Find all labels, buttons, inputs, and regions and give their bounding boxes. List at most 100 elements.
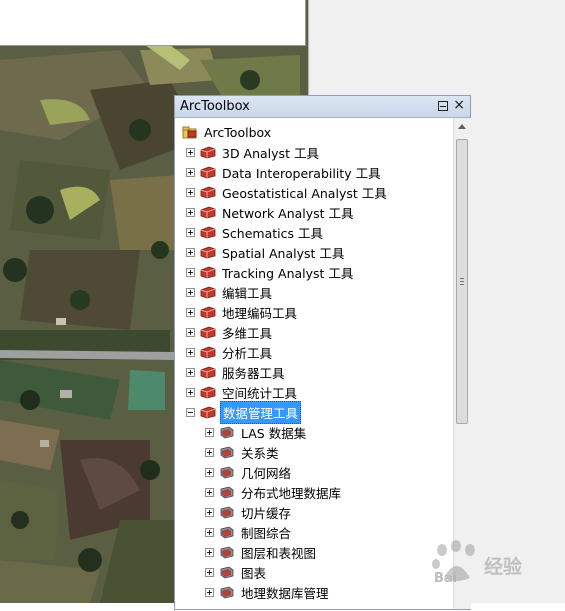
toolbox-icon (200, 386, 216, 399)
toolbox-icon (200, 286, 216, 299)
toolbox-icon (200, 166, 216, 179)
expand-icon[interactable] (205, 587, 214, 597)
tree-subitem-las-dataset[interactable]: LAS 数据集 (205, 422, 308, 442)
vertical-scrollbar[interactable] (453, 118, 471, 609)
watermark-text: 经验 (484, 556, 523, 578)
expand-icon[interactable] (205, 427, 214, 437)
tree-item-network-analyst[interactable]: Network Analyst 工具 (186, 202, 356, 222)
expand-icon[interactable] (205, 467, 214, 477)
tree-item-label: 服务器工具 (222, 365, 285, 381)
tree-item-label: 图表 (241, 565, 267, 581)
expand-icon[interactable] (205, 447, 214, 457)
tree-item-label: LAS 数据集 (241, 425, 307, 441)
expand-icon[interactable] (186, 207, 195, 217)
toolbox-icon (200, 206, 216, 219)
tree-subitem-layers-table-views[interactable]: 图层和表视图 (205, 542, 318, 562)
tree-item-label: 地理编码工具 (222, 305, 298, 321)
toolset-icon (220, 466, 234, 479)
tree-item-label: 分析工具 (222, 345, 273, 361)
expand-icon[interactable] (205, 567, 214, 577)
toolset-icon (220, 506, 234, 519)
expand-icon[interactable] (186, 387, 195, 397)
close-icon[interactable]: × (453, 97, 465, 113)
svg-text:Bai: Bai (434, 571, 457, 585)
tree-item-label: 几何网络 (241, 465, 292, 481)
tree-item-schematics[interactable]: Schematics 工具 (186, 222, 325, 242)
tree-subitem-geodatabase-administration[interactable]: 地理数据库管理 (205, 582, 331, 602)
toolbox-icon (200, 326, 216, 339)
tree-subitem-tile-cache[interactable]: 切片缓存 (205, 502, 293, 522)
tree-subitem-geometric-network[interactable]: 几何网络 (205, 462, 293, 482)
toolbox-icon (200, 406, 216, 419)
tree-item-label: 地理数据库管理 (241, 585, 329, 601)
tree-item-data-management[interactable]: 数据管理工具 (186, 400, 302, 424)
tree-subitem-generalization[interactable]: 制图综合 (205, 522, 293, 542)
tree-item-label: Schematics 工具 (222, 225, 323, 241)
tree-item-editing[interactable]: 编辑工具 (186, 282, 274, 302)
tree-item-label: 编辑工具 (222, 285, 273, 301)
tree-item-label: 关系类 (241, 445, 279, 461)
tree-item-label: 制图综合 (241, 525, 292, 541)
expand-icon[interactable] (186, 347, 195, 357)
expand-icon[interactable] (186, 267, 195, 277)
expand-icon[interactable] (186, 167, 195, 177)
expand-icon[interactable] (186, 247, 195, 257)
expand-icon[interactable] (186, 147, 195, 157)
tree-item-label: 切片缓存 (241, 505, 292, 521)
tree-subitem-graph[interactable]: 图表 (205, 562, 268, 582)
window-title: ArcToolbox (180, 99, 250, 114)
toolset-icon (220, 446, 234, 459)
expand-icon[interactable] (186, 367, 195, 377)
tree-item-3d-analyst[interactable]: 3D Analyst 工具 (186, 142, 321, 162)
toolset-icon (220, 586, 234, 599)
toolbox-tree[interactable]: ArcToolbox 3D Analyst 工具 Data Interopera… (175, 118, 453, 611)
toolbox-icon (200, 366, 216, 379)
tree-item-data-interoperability[interactable]: Data Interoperability 工具 (186, 162, 383, 182)
tree-item-label: 分布式地理数据库 (241, 485, 342, 501)
expand-icon[interactable] (186, 187, 195, 197)
expand-icon[interactable] (186, 307, 195, 317)
toolbox-icon (200, 146, 216, 159)
tree-subitem-distributed-geodatabase[interactable]: 分布式地理数据库 (205, 482, 343, 502)
tree-item-server[interactable]: 服务器工具 (186, 362, 287, 382)
tree-item-label: 3D Analyst 工具 (222, 145, 319, 161)
tree-item-tracking-analyst[interactable]: Tracking Analyst 工具 (186, 262, 355, 282)
tree-subitem-relationship-classes[interactable]: 关系类 (205, 442, 281, 462)
tree-item-label: Spatial Analyst 工具 (222, 245, 345, 261)
expand-icon[interactable] (186, 227, 195, 237)
expand-icon[interactable] (205, 487, 214, 497)
tree-item-multidimension[interactable]: 多维工具 (186, 322, 274, 342)
toolbox-icon (200, 306, 216, 319)
toolset-icon (220, 526, 234, 539)
tree-item-spatial-analyst[interactable]: Spatial Analyst 工具 (186, 242, 346, 262)
tree-item-geostatistical-analyst[interactable]: Geostatistical Analyst 工具 (186, 182, 389, 202)
tree-item-analysis[interactable]: 分析工具 (186, 342, 274, 362)
toolbox-icon (200, 266, 216, 279)
collapse-icon[interactable] (186, 407, 195, 417)
scroll-up-arrow-icon[interactable] (458, 124, 466, 129)
paw-logo-icon: Bai (432, 540, 475, 586)
toolbox-icon (200, 346, 216, 359)
pin-icon[interactable] (438, 101, 448, 111)
tree-item-label: 多维工具 (222, 325, 273, 341)
tree-item-label: Geostatistical Analyst 工具 (222, 185, 387, 201)
toolset-icon (220, 486, 234, 499)
expand-icon[interactable] (186, 287, 195, 297)
scroll-thumb[interactable] (456, 139, 468, 424)
tree-item-label: Network Analyst 工具 (222, 205, 354, 221)
expand-icon[interactable] (186, 327, 195, 337)
tree-item-spatial-statistics[interactable]: 空间统计工具 (186, 382, 299, 402)
tree-root[interactable]: ArcToolbox (182, 122, 273, 142)
arctoolbox-window[interactable]: ArcToolbox × ArcToolbox 3D Analyst 工具 Da… (174, 95, 471, 610)
tree-root-label: ArcToolbox (204, 124, 272, 140)
baidu-watermark: Bai 经验 (430, 540, 560, 586)
toolbox-icon (200, 186, 216, 199)
expand-icon[interactable] (205, 547, 214, 557)
tree-item-geocoding[interactable]: 地理编码工具 (186, 302, 299, 322)
expand-icon[interactable] (205, 507, 214, 517)
expand-icon[interactable] (205, 527, 214, 537)
toolbox-icon (200, 226, 216, 239)
tree-item-label: Tracking Analyst 工具 (222, 265, 354, 281)
toolset-icon (220, 566, 234, 579)
arctoolbox-titlebar[interactable]: ArcToolbox × (175, 96, 470, 118)
